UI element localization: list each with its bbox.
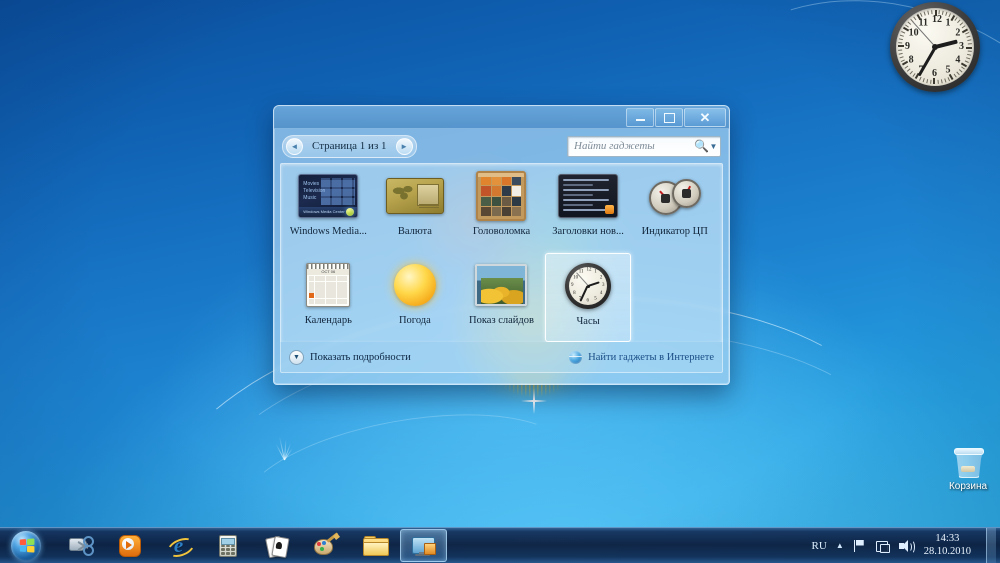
search-icon[interactable]: 🔍: [694, 139, 709, 153]
gadget-tile[interactable]: Погода: [372, 253, 459, 342]
gadget-tile[interactable]: 121234567891011 Часы: [544, 253, 632, 342]
desktop-screen: 121234567891011 Корзина ✕ ◄ Страница 1 и…: [0, 0, 1000, 563]
window-controls: ✕: [626, 108, 726, 127]
find-gadgets-online-link[interactable]: Найти гаджеты в Интернете: [569, 350, 714, 364]
cpu-meter-gadget-icon: [648, 170, 701, 222]
previous-page-button[interactable]: ◄: [286, 137, 303, 155]
gadget-name-label: Windows Media...: [289, 226, 367, 237]
volume-icon[interactable]: [897, 538, 915, 554]
windows-start-orb-icon: [11, 530, 41, 561]
gadget-name-label: Погода: [398, 315, 431, 326]
taskbar-time: 14:33: [935, 533, 960, 545]
window-titlebar[interactable]: ✕: [274, 106, 729, 129]
gallery-toolbar: ◄ Страница 1 из 1 ► Найти гаджеты 🔍 ▼: [274, 129, 729, 163]
taskbar-item-solitaire[interactable]: [253, 529, 300, 562]
news-headlines-gadget-icon: [558, 170, 619, 222]
gadget-name-label: Часы: [576, 316, 600, 327]
gadget-grid-panel: Movies Television Music Windows Media Cente…: [280, 163, 723, 342]
search-gadgets-box[interactable]: Найти гаджеты 🔍 ▼: [567, 135, 721, 157]
taskbar-date: 28.10.2010: [923, 545, 971, 557]
close-button[interactable]: ✕: [684, 108, 726, 127]
gadget-tile[interactable]: Индикатор ЦП: [631, 164, 718, 253]
minimize-button[interactable]: [626, 108, 654, 127]
recycle-bin-icon: [951, 444, 985, 478]
action-center-icon[interactable]: [874, 538, 890, 554]
gadget-tile[interactable]: Головоломка: [458, 164, 545, 253]
taskbar-item-internet-explorer[interactable]: e: [155, 529, 202, 562]
gadget-tile[interactable]: Показ слайдов: [458, 253, 545, 342]
chevron-up-icon[interactable]: ▲: [836, 541, 844, 550]
calculator-icon: [215, 533, 241, 559]
maximize-button[interactable]: [655, 108, 683, 127]
snipping-tool-icon: [68, 533, 94, 559]
weather-gadget-icon: [393, 259, 436, 311]
internet-explorer-icon: e: [164, 533, 197, 561]
network-icon[interactable]: [851, 538, 867, 554]
gallery-footer: ▼ Показать подробности Найти гаджеты в И…: [280, 342, 723, 373]
taskbar-clock[interactable]: 14:33 28.10.2010: [920, 533, 977, 557]
chevron-down-icon[interactable]: ▼: [707, 142, 720, 151]
gadget-tile[interactable]: Movies Television Music Windows Media Cente…: [285, 164, 372, 253]
gadget-gallery-window[interactable]: ✕ ◄ Страница 1 из 1 ► Найти гаджеты 🔍 ▼ …: [273, 105, 730, 385]
gadget-name-label: Показ слайдов: [469, 315, 534, 326]
gadget-name-label: Головоломка: [472, 226, 531, 237]
calendar-gadget-icon: ОСТ 06: [306, 259, 351, 311]
search-input[interactable]: Найти гаджеты: [568, 140, 694, 152]
puzzle-gadget-icon: [476, 170, 527, 222]
gadget-tile[interactable]: ОСТ 06 Календарь: [285, 253, 372, 342]
wallpaper-sparkle-icon: [521, 388, 547, 414]
gadget-name-label: Календарь: [304, 315, 352, 326]
taskbar-items: e: [56, 529, 448, 562]
gadget-grid: Movies Television Music Windows Media Cente…: [281, 164, 722, 342]
paint-palette-icon: [313, 531, 340, 559]
language-indicator[interactable]: RU: [810, 540, 829, 552]
next-page-button[interactable]: ►: [395, 137, 413, 155]
currency-gadget-icon: [385, 170, 444, 222]
system-tray: RU ▲ 14:33 28.10.2010: [810, 528, 1000, 563]
recycle-bin-desktop-icon[interactable]: Корзина: [938, 444, 998, 492]
taskbar-item-explorer[interactable]: [351, 529, 398, 562]
gadget-name-label: Заголовки нов...: [552, 226, 624, 237]
taskbar: e RU ▲ 14:33 28.10.2010: [0, 527, 1000, 563]
desktop-clock-gadget[interactable]: 121234567891011: [890, 2, 980, 92]
taskbar-item-desktop-gadgets[interactable]: [400, 529, 447, 562]
start-button[interactable]: [2, 528, 50, 563]
windows-media-center-gadget-icon: Movies Television Music Windows Media Cente…: [298, 170, 359, 222]
globe-icon: [569, 350, 583, 364]
page-navigator: ◄ Страница 1 из 1 ►: [282, 134, 417, 158]
wallpaper-grass-decoration: [268, 424, 304, 461]
find-gadgets-online-label: Найти гаджеты в Интернете: [588, 351, 714, 363]
gadget-tile[interactable]: Валюта: [372, 164, 459, 253]
taskbar-item-windows-media-player[interactable]: [106, 529, 153, 562]
solitaire-cards-icon: [264, 533, 290, 559]
taskbar-item-calculator[interactable]: [204, 529, 251, 562]
clock-center-cap: [932, 44, 938, 50]
windows-media-player-icon: [117, 533, 143, 559]
recycle-bin-label: Корзина: [948, 481, 988, 492]
show-details-label: Показать подробности: [310, 351, 411, 363]
explorer-folder-icon: [362, 533, 389, 559]
chevron-down-icon[interactable]: ▼: [289, 349, 304, 365]
show-desktop-button[interactable]: [986, 528, 996, 563]
desktop-gadgets-icon: [411, 533, 437, 559]
slideshow-gadget-icon: [475, 259, 528, 311]
taskbar-item-paint[interactable]: [302, 529, 349, 562]
show-details-button[interactable]: ▼ Показать подробности: [289, 349, 411, 365]
clock-gadget-icon: 121234567891011: [565, 260, 612, 312]
taskbar-item-snipping-tool[interactable]: [57, 529, 104, 562]
gadget-tile[interactable]: Заголовки нов...: [545, 164, 632, 253]
gadget-name-label: Валюта: [397, 226, 432, 237]
page-indicator-label: Страница 1 из 1: [312, 140, 387, 152]
gadget-name-label: Индикатор ЦП: [641, 226, 708, 237]
